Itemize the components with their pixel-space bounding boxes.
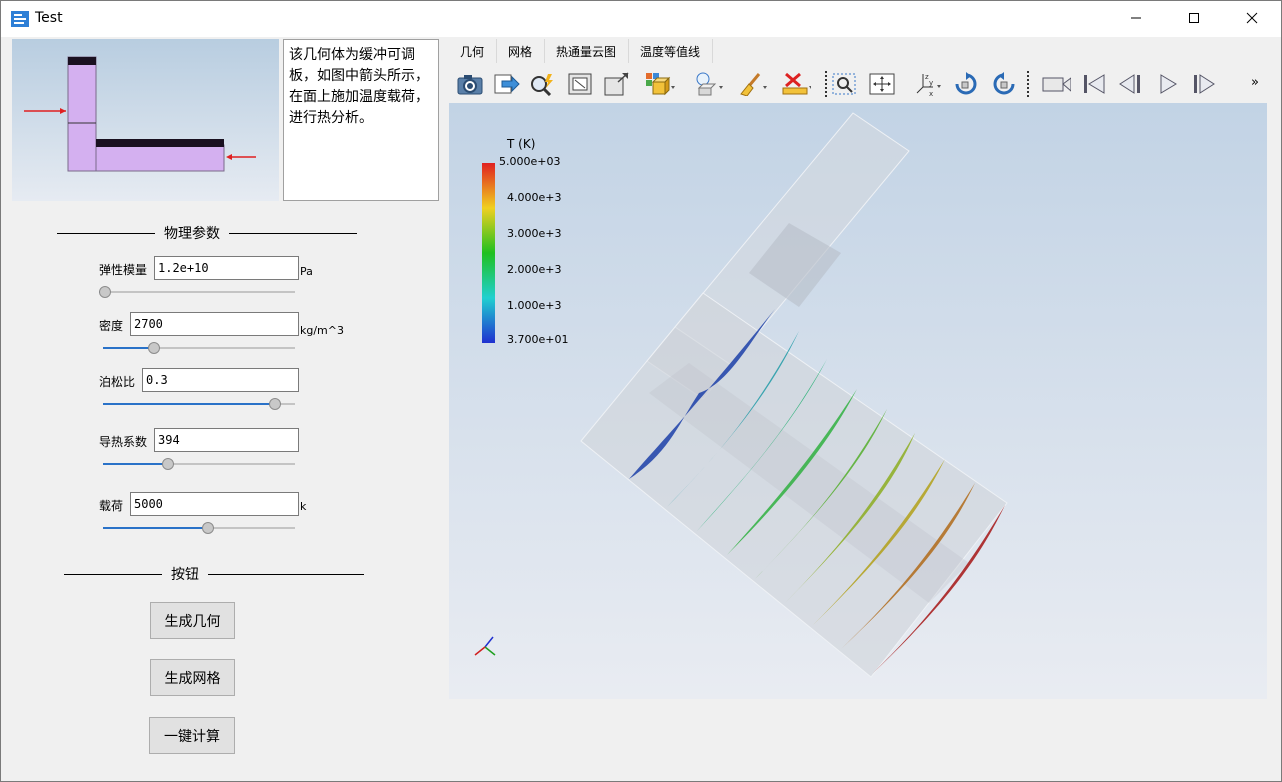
maximize-icon [1189, 13, 1199, 23]
tab-mesh[interactable]: 网格 [497, 39, 546, 63]
axes-icon[interactable]: zyx [913, 69, 943, 99]
legend-tick-max: 5.000e+03 [499, 155, 561, 168]
zoom-box-icon[interactable] [830, 69, 860, 99]
physics-section-label: 物理参数 [164, 226, 220, 242]
thermal-conductivity-input[interactable]: 394 [154, 428, 299, 452]
legend-tick: 1.000e+3 [507, 299, 562, 312]
light-icon[interactable] [693, 69, 723, 99]
buttons-section-label: 按钮 [171, 567, 199, 583]
window-title: Test [35, 10, 63, 26]
expand-view-icon[interactable] [601, 69, 631, 99]
l-shape-geometry-image [24, 56, 256, 172]
rotate-cw-icon[interactable] [951, 69, 981, 99]
fit-view-icon[interactable] [565, 69, 595, 99]
physics-section-title: 物理参数 [57, 223, 357, 243]
toolbar-separator [825, 71, 827, 97]
elastic-modulus-unit: Pa [300, 265, 313, 278]
clean-icon[interactable] [737, 69, 767, 99]
minimize-icon [1131, 17, 1141, 19]
view-tabs: 几何 网格 热通量云图 温度等值线 [449, 39, 714, 63]
elastic-modulus-input[interactable]: 1.2e+10 [154, 256, 299, 280]
poisson-ratio-input[interactable]: 0.3 [142, 368, 299, 392]
density-slider[interactable] [103, 342, 295, 354]
thermal-conductivity-label: 导热系数 [99, 435, 148, 449]
close-button[interactable] [1223, 1, 1281, 35]
generate-geometry-button[interactable]: 生成几何 [150, 602, 235, 639]
generate-mesh-button[interactable]: 生成网格 [150, 659, 235, 696]
color-scale-bar [482, 163, 495, 343]
tab-temperature-contour[interactable]: 温度等值线 [629, 39, 714, 63]
3d-viewport[interactable]: T (K) 5.000e+03 4.000e+3 3.000e+3 2.000e… [449, 103, 1267, 699]
legend-tick: 4.000e+3 [507, 191, 562, 204]
tab-heat-flux[interactable]: 热通量云图 [545, 39, 630, 63]
legend-title: T (K) [507, 137, 536, 151]
load-input[interactable]: 5000 [130, 492, 299, 516]
poisson-ratio-slider[interactable] [103, 398, 295, 410]
density-input[interactable]: 2700 [130, 312, 299, 336]
elastic-modulus-label: 弹性模量 [99, 263, 148, 277]
load-unit: k [300, 500, 307, 513]
buttons-section-title: 按钮 [64, 564, 364, 584]
density-unit: kg/m^3 [300, 324, 344, 337]
poisson-ratio-label: 泊松比 [99, 375, 136, 389]
elastic-modulus-slider[interactable] [99, 286, 295, 298]
thermal-conductivity-slider[interactable] [103, 458, 295, 470]
description-text: 该几何体为缓冲可调板，如图中箭头所示，在面上施加温度载荷，进行热分析。 [283, 39, 439, 201]
app-window: Test 该几何体为缓冲可调板，如图中箭头所示，在面上施加温度载荷，进行热分析。… [0, 0, 1282, 782]
delete-icon[interactable] [781, 69, 811, 99]
legend-tick-min: 3.700e+01 [507, 333, 569, 346]
legend-tick: 2.000e+3 [507, 263, 562, 276]
play-icon[interactable] [1153, 69, 1183, 99]
camera-icon[interactable] [455, 69, 485, 99]
export-icon[interactable] [491, 69, 521, 99]
legend-tick: 3.000e+3 [507, 227, 562, 240]
maximize-button[interactable] [1165, 1, 1223, 35]
next-frame-icon[interactable] [1189, 69, 1219, 99]
first-frame-icon[interactable] [1079, 69, 1109, 99]
compute-button[interactable]: 一键计算 [149, 717, 235, 754]
video-camera-icon[interactable] [1041, 69, 1071, 99]
svg-text:x: x [929, 90, 933, 97]
load-label: 载荷 [99, 499, 124, 513]
close-icon [1246, 12, 1258, 24]
title-bar: Test [1, 1, 1281, 37]
density-label: 密度 [99, 319, 124, 333]
tab-geometry[interactable]: 几何 [449, 39, 498, 63]
pan-icon[interactable] [867, 69, 897, 99]
display-mode-icon[interactable] [645, 69, 675, 99]
app-icon [11, 11, 29, 27]
viewer-toolbar: zyx » [449, 63, 1267, 103]
more-toolbar-button[interactable]: » [1251, 75, 1259, 90]
minimize-button[interactable] [1107, 1, 1165, 35]
toolbar-separator [1027, 71, 1029, 97]
rotate-ccw-icon[interactable] [989, 69, 1019, 99]
temperature-contour-render [474, 112, 1008, 678]
magic-search-icon[interactable] [527, 69, 557, 99]
load-slider[interactable] [103, 522, 295, 534]
svg-text:y: y [929, 79, 933, 87]
prev-frame-icon[interactable] [1115, 69, 1145, 99]
geometry-preview [12, 39, 279, 201]
